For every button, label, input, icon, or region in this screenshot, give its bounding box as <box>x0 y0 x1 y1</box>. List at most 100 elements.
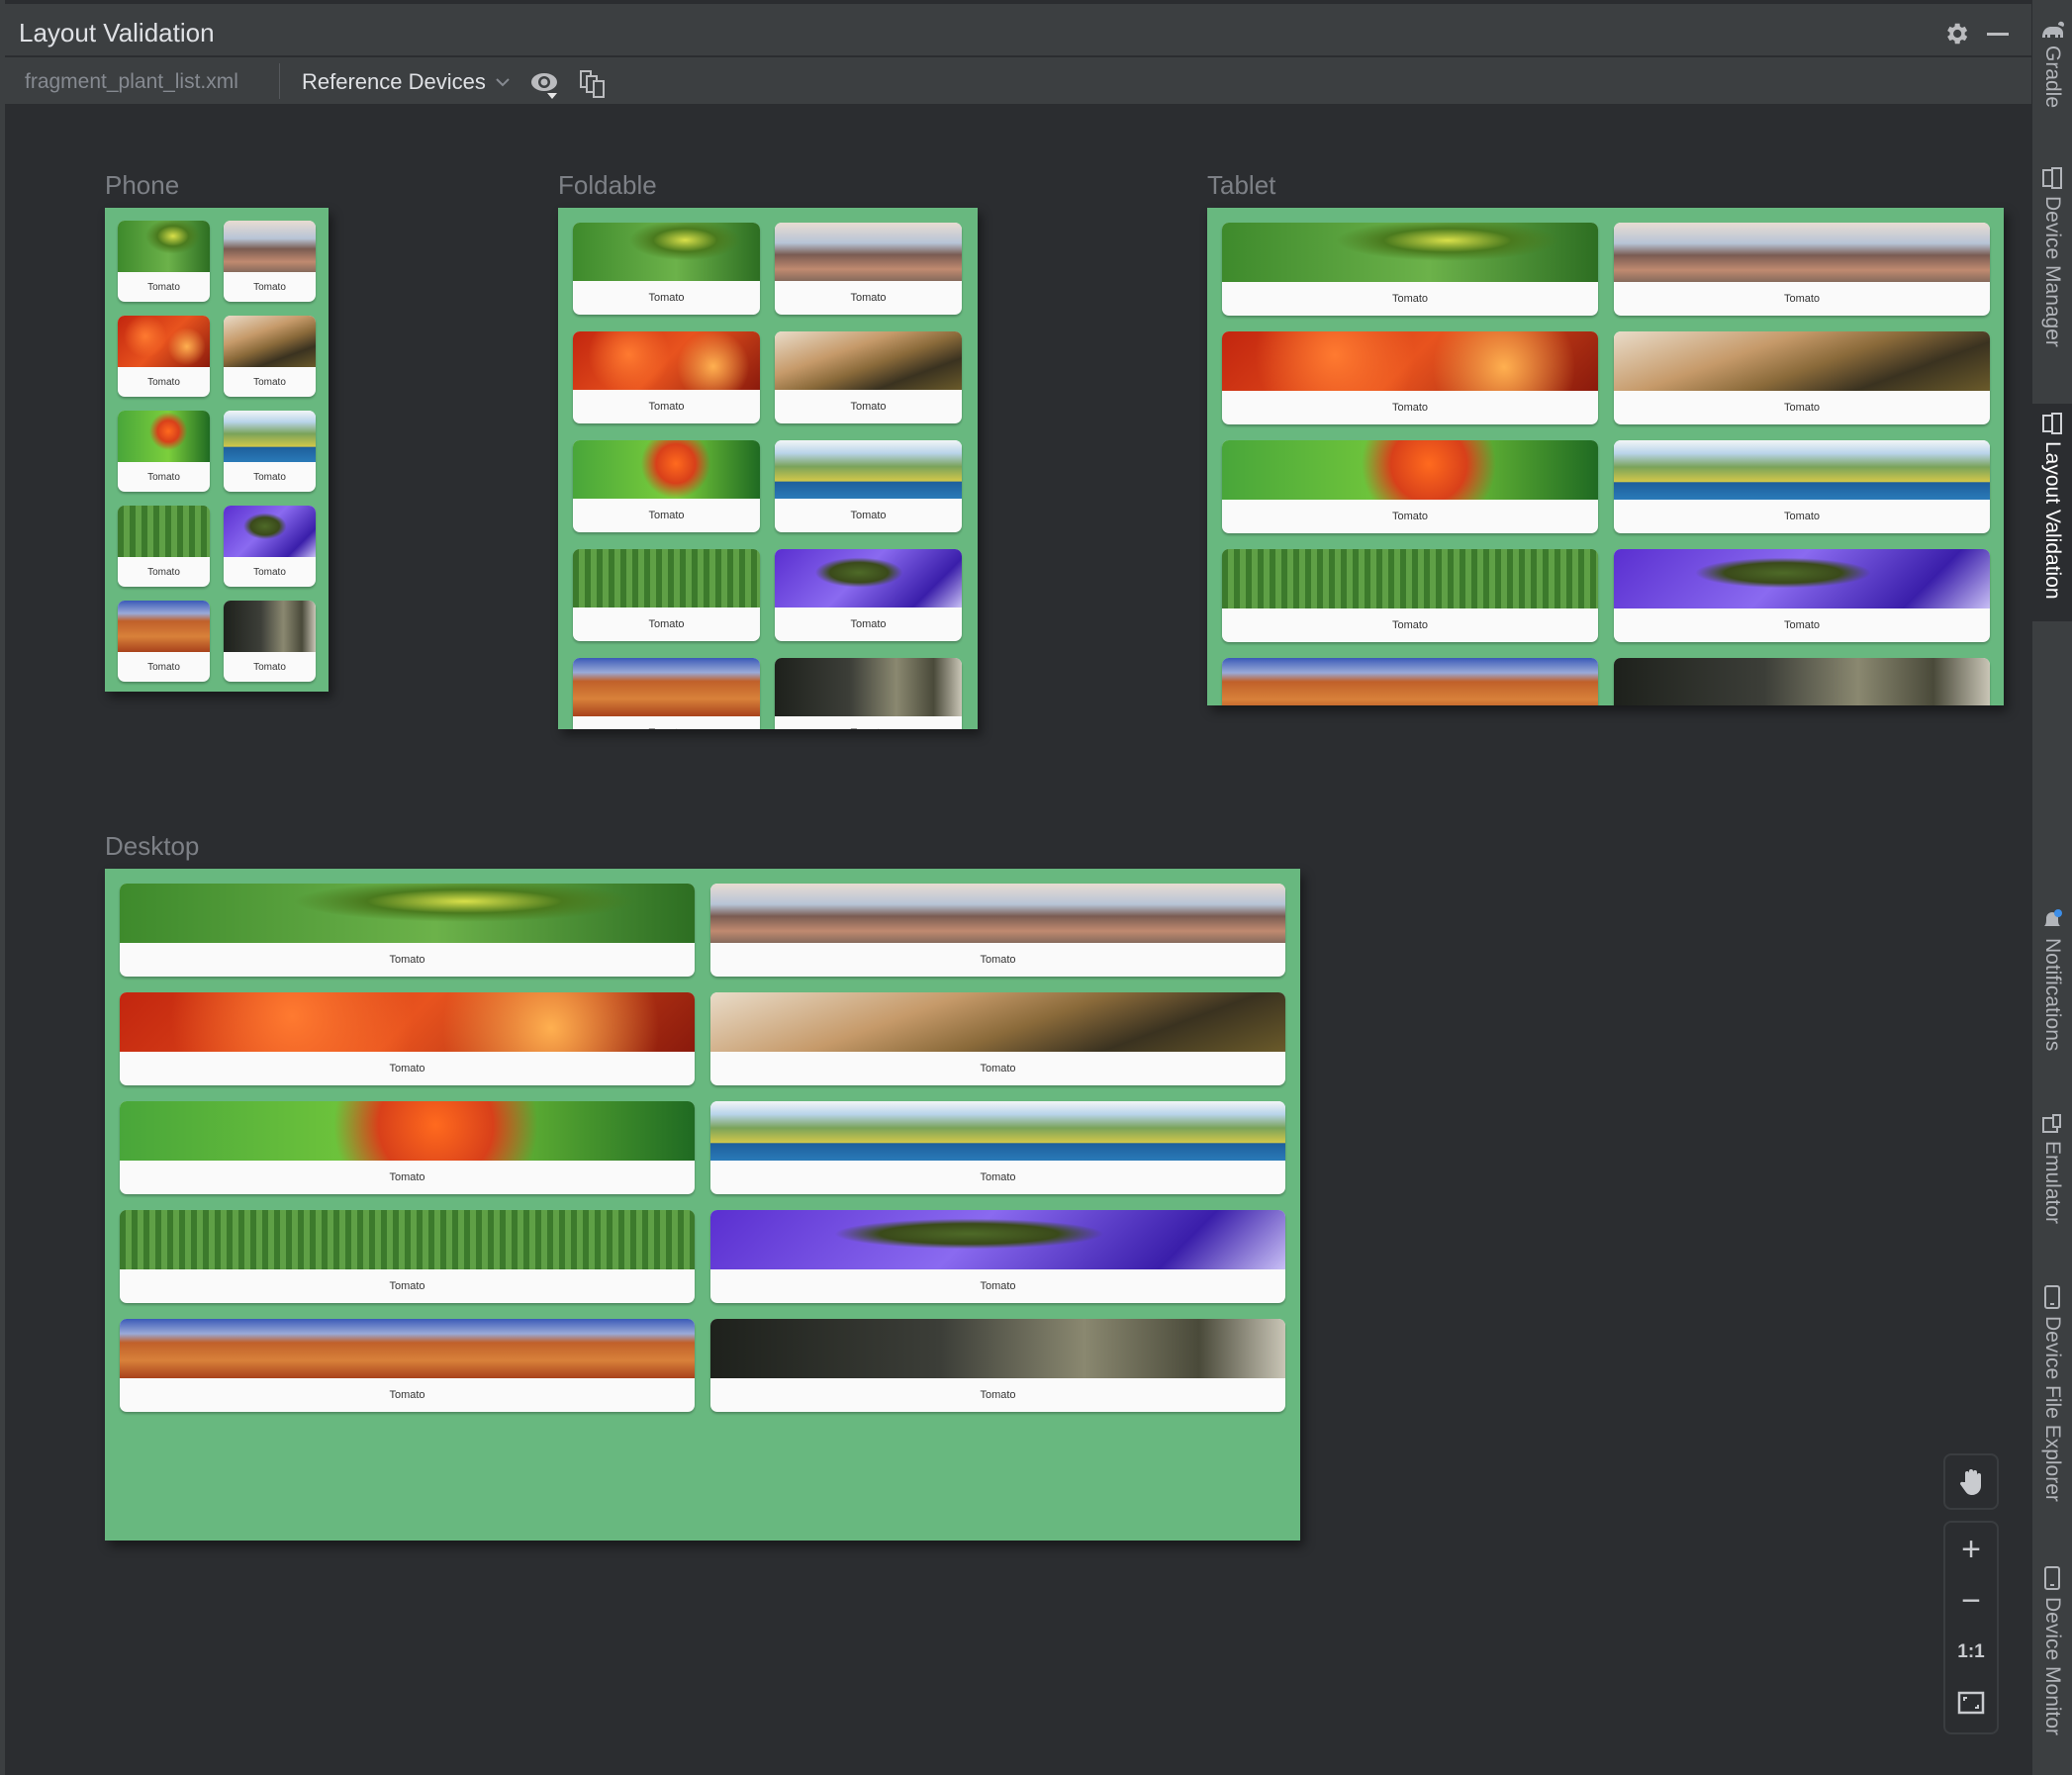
plant-card[interactable]: Tomato <box>1614 549 1990 642</box>
zoom-in-button[interactable]: + <box>1945 1529 1997 1570</box>
tool-window-header: Layout Validation <box>5 4 2031 57</box>
plant-image <box>1614 331 1990 391</box>
plant-name: Tomato <box>648 292 685 304</box>
device-set-dropdown[interactable]: Reference Devices <box>302 69 510 95</box>
plant-card[interactable]: Tomato <box>120 884 695 977</box>
plant-card[interactable]: Tomato <box>775 658 962 729</box>
plant-image <box>573 549 760 607</box>
plant-card[interactable]: Tomato <box>118 601 210 682</box>
plant-name: Tomato <box>850 618 887 630</box>
plant-card[interactable]: Tomato <box>224 316 316 397</box>
plant-image <box>118 601 210 652</box>
plant-card[interactable]: Tomato <box>710 1210 1285 1303</box>
gear-icon[interactable] <box>1942 20 1970 47</box>
chevron-down-icon <box>496 78 510 87</box>
device-manager-icon <box>2042 167 2062 189</box>
plant-image <box>118 411 210 462</box>
plant-card[interactable]: Tomato <box>1614 658 1990 705</box>
plant-image <box>120 1319 695 1378</box>
plant-card[interactable]: Tomato <box>118 411 210 492</box>
plant-image <box>224 411 316 462</box>
foldable-preview-frame[interactable]: Tomato Tomato Tomato Tomato Tomato Tomato Toma… <box>558 208 978 729</box>
plant-card[interactable]: Tomato <box>710 992 1285 1085</box>
fit-screen-icon[interactable] <box>1945 1681 1997 1725</box>
plant-name: Tomato <box>147 566 180 578</box>
eye-icon[interactable] <box>529 70 563 100</box>
plant-card[interactable]: Tomato <box>710 884 1285 977</box>
plant-card[interactable]: Tomato <box>573 440 760 532</box>
plant-image <box>1222 223 1598 282</box>
plant-name: Tomato <box>980 1171 1016 1183</box>
plant-card[interactable]: Tomato <box>224 221 316 302</box>
plant-card[interactable]: Tomato <box>573 549 760 641</box>
device-set-label: Reference Devices <box>302 69 486 94</box>
plant-card[interactable]: Tomato <box>775 549 962 641</box>
plant-name: Tomato <box>648 510 685 521</box>
plant-card[interactable]: Tomato <box>224 601 316 682</box>
hand-icon[interactable] <box>1945 1455 1997 1508</box>
sidebar-tab-label: Device File Explorer <box>2041 1316 2064 1502</box>
plant-card[interactable]: Tomato <box>710 1319 1285 1412</box>
plant-name: Tomato <box>389 954 425 966</box>
plant-name: Tomato <box>980 1389 1016 1401</box>
sidebar-tab-notifications[interactable]: Notifications <box>2032 908 2072 1051</box>
plant-card[interactable]: Tomato <box>775 440 962 532</box>
plant-card[interactable]: Tomato <box>1614 440 1990 533</box>
validation-toolbar: fragment_plant_list.xml Reference Device… <box>5 57 2031 107</box>
plant-image <box>775 549 962 607</box>
device-label-tablet: Tablet <box>1207 170 1276 200</box>
desktop-preview-frame[interactable]: Tomato Tomato Tomato Tomato Tomato Tomato Toma… <box>105 869 1300 1541</box>
plant-card[interactable]: Tomato <box>120 1210 695 1303</box>
plant-image <box>710 884 1285 943</box>
plant-card[interactable]: Tomato <box>775 331 962 423</box>
zoom-out-button[interactable]: − <box>1945 1580 1997 1622</box>
plant-card[interactable]: Tomato <box>120 992 695 1085</box>
plant-image <box>1222 440 1598 500</box>
plant-card[interactable]: Tomato <box>573 331 760 423</box>
sidebar-tab-device-monitor[interactable]: Device Monitor <box>2032 1565 2072 1735</box>
plant-name: Tomato <box>253 281 286 293</box>
actual-size-button[interactable]: 1:1 <box>1945 1632 1997 1673</box>
sidebar-tab-label: Emulator <box>2041 1141 2064 1225</box>
plant-card[interactable]: Tomato <box>1222 331 1598 424</box>
plant-card[interactable]: Tomato <box>1222 440 1598 533</box>
plant-card[interactable]: Tomato <box>118 316 210 397</box>
plant-image <box>775 223 962 281</box>
plant-card[interactable]: Tomato <box>1614 331 1990 424</box>
multi-device-icon[interactable] <box>579 69 612 99</box>
sidebar-tab-emulator[interactable]: Emulator <box>2032 1113 2072 1224</box>
plant-card[interactable]: Tomato <box>118 221 210 302</box>
tablet-preview-frame[interactable]: Tomato Tomato Tomato Tomato Tomato Tomato Toma… <box>1207 208 2004 705</box>
plant-card[interactable]: Tomato <box>573 658 760 729</box>
sidebar-tab-device-manager[interactable]: Device Manager <box>2032 166 2072 347</box>
plant-name: Tomato <box>850 510 887 521</box>
plant-card[interactable]: Tomato <box>1222 549 1598 642</box>
minimize-icon[interactable] <box>1987 33 2009 36</box>
plant-card[interactable]: Tomato <box>224 506 316 587</box>
plant-name: Tomato <box>1391 619 1429 631</box>
plant-card[interactable]: Tomato <box>573 223 760 315</box>
plant-name: Tomato <box>1391 402 1429 414</box>
plant-image <box>710 1210 1285 1269</box>
plant-card[interactable]: Tomato <box>775 223 962 315</box>
plant-card[interactable]: Tomato <box>120 1101 695 1194</box>
plant-card[interactable]: Tomato <box>1614 223 1990 316</box>
plant-name: Tomato <box>389 1389 425 1401</box>
phone-preview-frame[interactable]: Tomato Tomato Tomato Tomato Tomato Tomato Toma… <box>105 208 329 692</box>
sidebar-tab-device-file-explorer[interactable]: Device File Explorer <box>2032 1284 2072 1502</box>
plant-image <box>710 992 1285 1052</box>
plant-card[interactable]: Tomato <box>1222 223 1598 316</box>
plant-name: Tomato <box>1783 511 1821 522</box>
plant-name: Tomato <box>980 954 1016 966</box>
plant-card[interactable]: Tomato <box>1222 658 1598 705</box>
plant-name: Tomato <box>1391 293 1429 305</box>
sidebar-tab-gradle[interactable]: Gradle <box>2032 20 2072 108</box>
plant-card[interactable]: Tomato <box>224 411 316 492</box>
plant-card[interactable]: Tomato <box>118 506 210 587</box>
plant-card[interactable]: Tomato <box>710 1101 1285 1194</box>
plant-name: Tomato <box>1783 619 1821 631</box>
plant-name: Tomato <box>775 716 962 729</box>
plant-image <box>775 658 962 716</box>
sidebar-tab-layout-validation[interactable]: Layout Validation <box>2032 404 2072 621</box>
plant-card[interactable]: Tomato <box>120 1319 695 1412</box>
